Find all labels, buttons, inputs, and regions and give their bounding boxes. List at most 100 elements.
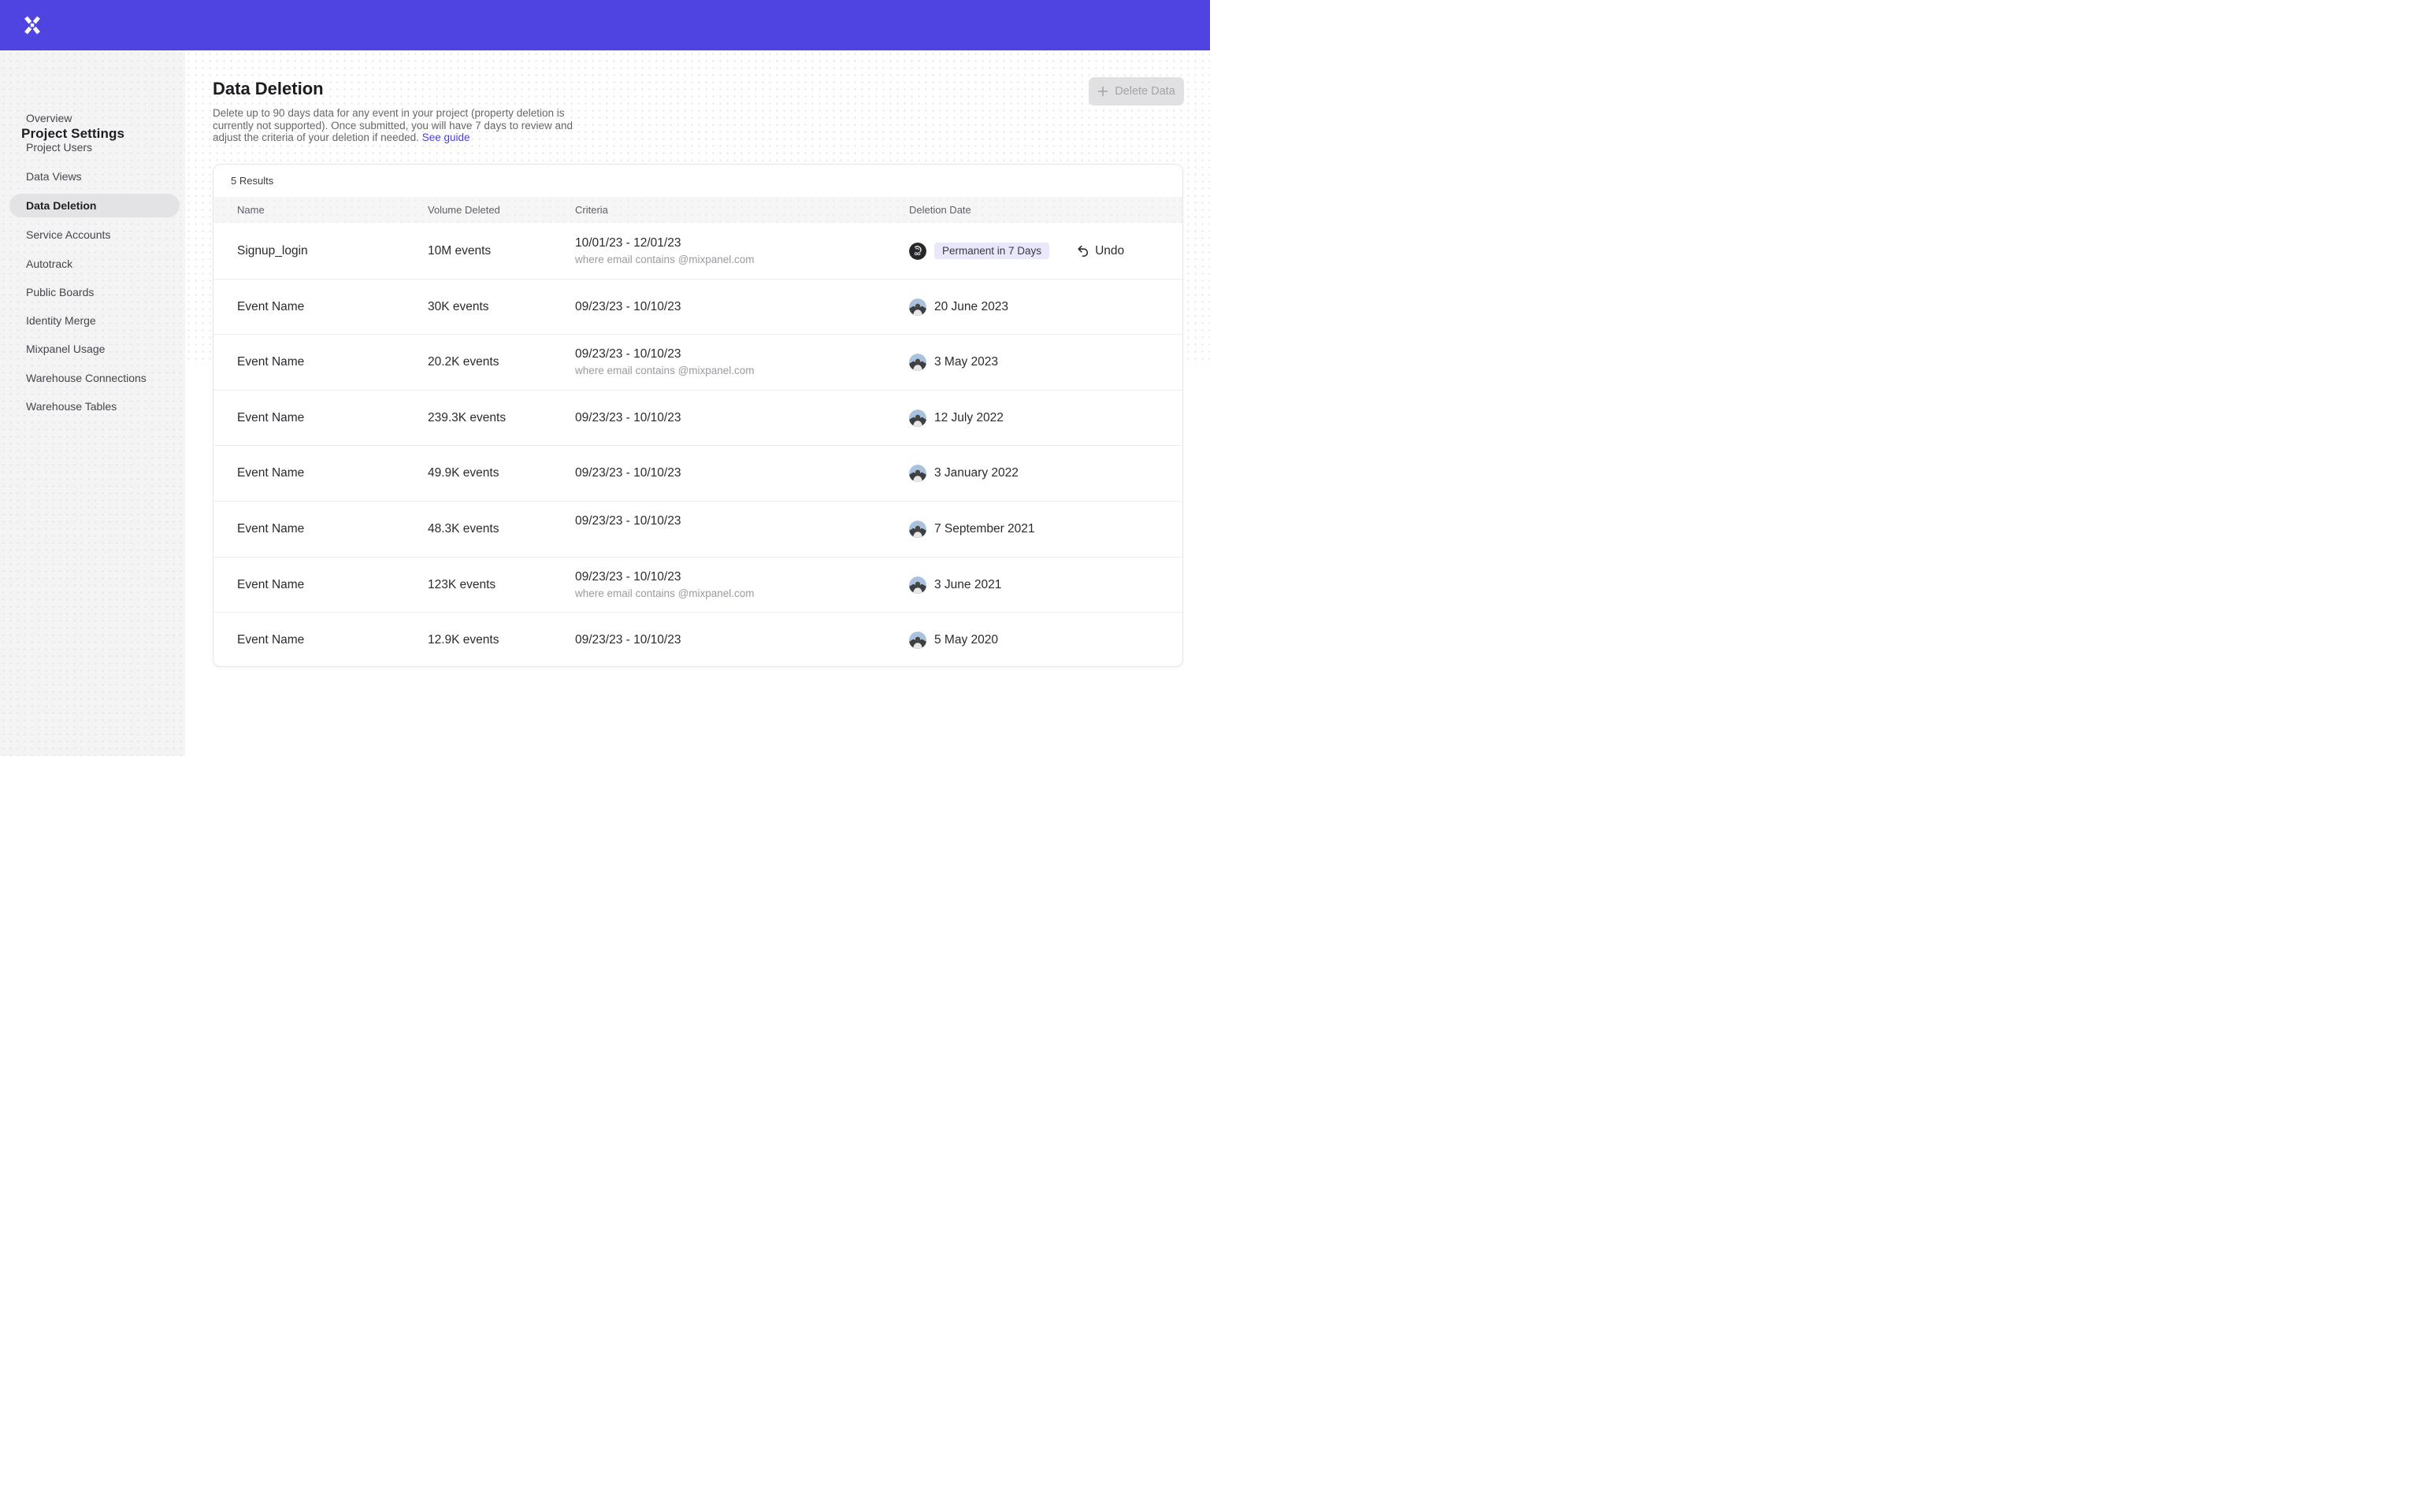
- row-volume: 239.3K events: [428, 391, 570, 446]
- description-line-1: Delete up to 90 days data for any event …: [213, 107, 575, 120]
- avatar: [909, 576, 926, 594]
- row-volume: 48.3K events: [428, 502, 570, 557]
- column-header-criteria: Criteria: [575, 197, 906, 223]
- row-volume: 30K events: [428, 280, 570, 335]
- row-deletion-date: 7 September 2021: [909, 502, 1169, 557]
- avatar: [909, 521, 926, 538]
- table-row: Signup_login 10M events 10/01/23 - 12/01…: [213, 223, 1182, 279]
- avatar: [909, 465, 926, 482]
- row-name: Event Name: [237, 558, 418, 613]
- main-content: Data Deletion Delete up to 90 days data …: [185, 50, 1210, 756]
- row-criteria: 09/23/23 - 10/10/23 where email contains…: [575, 558, 906, 613]
- row-deletion-date: 20 June 2023: [909, 280, 1169, 335]
- row-deletion-date: 12 July 2022: [909, 391, 1169, 446]
- row-deletion-date: 3 June 2021: [909, 558, 1169, 613]
- row-criteria: 09/23/23 - 10/10/23: [575, 280, 906, 335]
- row-criteria: 09/23/23 - 10/10/23 where email contains…: [575, 335, 906, 390]
- sidebar-item-data-views[interactable]: Data Views: [9, 165, 180, 188]
- row-criteria: 09/23/23 - 10/10/23: [575, 613, 906, 667]
- row-criteria: 09/23/23 - 10/10/23: [575, 391, 906, 446]
- deletion-date-text: 5 May 2020: [934, 633, 998, 647]
- criteria-range: 09/23/23 - 10/10/23: [575, 570, 681, 584]
- plus-icon: [1097, 86, 1108, 97]
- sidebar-item-data-deletion[interactable]: Data Deletion: [9, 194, 180, 217]
- table-row: Event Name 20.2K events 09/23/23 - 10/10…: [213, 334, 1182, 390]
- avatar: [909, 354, 926, 371]
- undo-button[interactable]: Undo: [1076, 244, 1124, 258]
- row-deletion-date: 3 May 2023: [909, 335, 1169, 390]
- deletion-date-text: 7 September 2021: [934, 522, 1035, 536]
- sidebar-item-mixpanel-usage[interactable]: Mixpanel Usage: [9, 337, 180, 361]
- table-row: Event Name 30K events 09/23/23 - 10/10/2…: [213, 279, 1182, 335]
- table-header-row: Name Volume Deleted Criteria Deletion Da…: [213, 197, 1182, 223]
- avatar: [909, 298, 926, 316]
- column-header-deletion-date: Deletion Date: [909, 197, 1169, 223]
- help-icon[interactable]: [2221, 16, 2240, 35]
- criteria-range: 09/23/23 - 10/10/23: [575, 347, 681, 361]
- page-description: Delete up to 90 days data for any event …: [213, 107, 575, 144]
- deletion-requests-card: 5 Results Name Volume Deleted Criteria D…: [213, 164, 1183, 667]
- row-volume: 20.2K events: [428, 335, 570, 390]
- page-title: Data Deletion: [213, 79, 324, 99]
- row-criteria: 09/23/23 - 10/10/23: [575, 502, 906, 557]
- row-name: Event Name: [237, 335, 418, 390]
- row-name: Event Name: [237, 280, 418, 335]
- data-management-icon[interactable]: [2127, 16, 2146, 35]
- row-volume: 49.9K events: [428, 446, 570, 501]
- status-badge: Permanent in 7 Days: [934, 243, 1049, 259]
- row-criteria: 10/01/23 - 12/01/23 where email contains…: [575, 223, 906, 279]
- row-volume: 123K events: [428, 558, 570, 613]
- row-criteria: 09/23/23 - 10/10/23: [575, 446, 906, 501]
- sidebar-item-overview[interactable]: Overview: [9, 106, 180, 130]
- deletion-date-text: 3 May 2023: [934, 355, 998, 369]
- table-row: Event Name 12.9K events 09/23/23 - 10/10…: [213, 612, 1182, 667]
- criteria-filter: where email contains @mixpanel.com: [575, 587, 755, 600]
- column-header-volume: Volume Deleted: [428, 197, 570, 223]
- row-volume: 12.9K events: [428, 613, 570, 667]
- description-line-3: adjust the criteria of your deletion if …: [213, 132, 575, 144]
- undo-arrow-icon: [1076, 244, 1089, 258]
- row-volume: 10M events: [428, 223, 570, 279]
- table-row: Event Name 123K events 09/23/23 - 10/10/…: [213, 557, 1182, 613]
- column-header-name: Name: [237, 197, 418, 223]
- settings-gear-icon[interactable]: [2269, 16, 2288, 35]
- description-line-2: currently not supported). Once submitted…: [213, 120, 575, 132]
- criteria-range: 10/01/23 - 12/01/23: [575, 236, 681, 250]
- top-navigation-bar: [0, 0, 1210, 50]
- table-row: Event Name 48.3K events 09/23/23 - 10/10…: [213, 501, 1182, 557]
- project-settings-sidebar: Project Settings Overview Project Users …: [0, 50, 185, 756]
- deletion-date-text: 3 June 2021: [934, 578, 1001, 592]
- sidebar-item-project-users[interactable]: Project Users: [9, 135, 180, 159]
- results-count: 5 Results: [213, 165, 1182, 197]
- sidebar-item-warehouse-connections[interactable]: Warehouse Connections: [9, 366, 180, 390]
- row-deletion-date: 3 January 2022: [909, 446, 1169, 501]
- sidebar-item-autotrack[interactable]: Autotrack: [9, 252, 180, 276]
- delete-data-button[interactable]: Delete Data: [1089, 77, 1184, 106]
- table-row: Event Name 239.3K events 09/23/23 - 10/1…: [213, 390, 1182, 446]
- row-name: Event Name: [237, 446, 418, 501]
- avatar: [909, 632, 926, 649]
- criteria-filter: where email contains @mixpanel.com: [575, 365, 755, 377]
- avatar: [909, 410, 926, 427]
- undo-label: Undo: [1095, 244, 1124, 258]
- sidebar-item-service-accounts[interactable]: Service Accounts: [9, 223, 180, 246]
- criteria-range: 09/23/23 - 10/10/23: [575, 514, 681, 528]
- table-row: Event Name 49.9K events 09/23/23 - 10/10…: [213, 445, 1182, 501]
- criteria-filter: where email contains @mixpanel.com: [575, 254, 755, 266]
- mixpanel-logo-icon[interactable]: [22, 15, 43, 35]
- deletion-date-text: 20 June 2023: [934, 300, 1008, 314]
- row-deletion-date: 5 May 2020: [909, 613, 1169, 667]
- avatar: [909, 243, 926, 260]
- row-name: Event Name: [237, 502, 418, 557]
- apps-grid-icon[interactable]: [2174, 16, 2193, 35]
- delete-data-button-label: Delete Data: [1115, 85, 1175, 98]
- row-deletion-date: Permanent in 7 Days Undo: [909, 223, 1169, 279]
- deletion-date-text: 12 July 2022: [934, 411, 1004, 425]
- row-name: Event Name: [237, 613, 418, 667]
- row-name: Signup_login: [237, 223, 418, 279]
- sidebar-item-identity-merge[interactable]: Identity Merge: [9, 309, 180, 332]
- see-guide-link[interactable]: See guide: [422, 132, 470, 143]
- sidebar-item-warehouse-tables[interactable]: Warehouse Tables: [9, 395, 180, 418]
- deletion-date-text: 3 January 2022: [934, 466, 1019, 480]
- sidebar-item-public-boards[interactable]: Public Boards: [9, 280, 180, 304]
